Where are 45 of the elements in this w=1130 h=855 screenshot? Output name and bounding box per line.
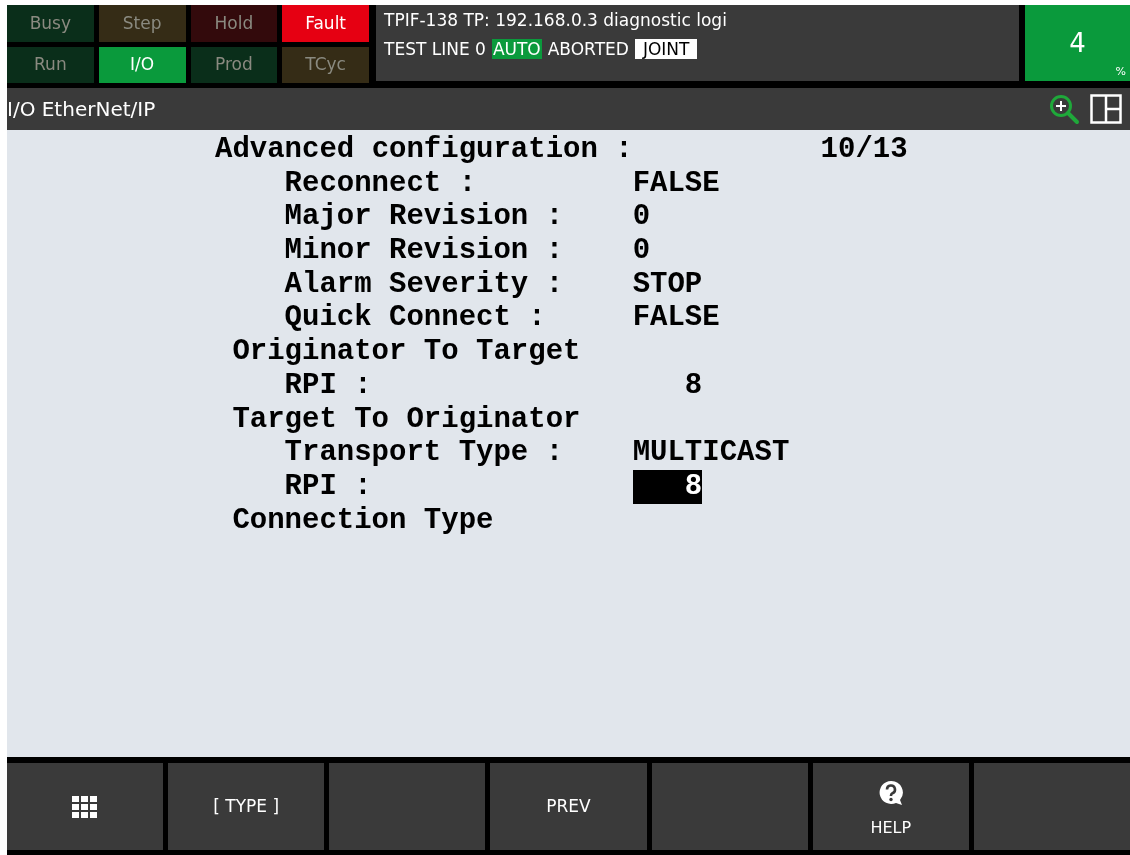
zoom-in-icon[interactable]: [1048, 93, 1082, 125]
status-text: TEST LINE 0: [384, 39, 486, 59]
field-label: Alarm Severity :: [284, 267, 564, 301]
help-button[interactable]: HELP: [812, 763, 969, 850]
field-value[interactable]: 0: [632, 234, 651, 268]
status-lamp: Busy: [7, 5, 94, 42]
page-counter: 10/13: [820, 133, 908, 167]
status-lamp: Run: [7, 46, 94, 83]
menu-button[interactable]: [7, 763, 164, 850]
override-value: 4: [1069, 26, 1086, 60]
field-value[interactable]: STOP: [632, 267, 703, 302]
status-lamp: Fault: [282, 5, 369, 42]
status-lamp: Hold: [190, 5, 278, 42]
section-heading: Advanced configuration :: [215, 133, 624, 167]
field-value[interactable]: 8: [632, 469, 703, 504]
field-label: RPI :: [284, 368, 372, 402]
status-lamp: Step: [98, 5, 186, 42]
group-label: Target To Originator: [232, 402, 581, 437]
coord-badge: JOINT: [634, 39, 698, 59]
field-value[interactable]: MULTICAST: [632, 436, 790, 470]
field-label: Reconnect :: [284, 166, 477, 200]
message-text: TPIF-138 TP: 192.168.0.3 diagnostic logi: [384, 9, 728, 32]
field-value[interactable]: 0: [632, 200, 651, 235]
field-label: RPI :: [284, 469, 372, 503]
field-value[interactable]: FALSE: [632, 166, 720, 201]
status-text: ABORTED: [547, 39, 629, 59]
mode-badge: AUTO: [491, 39, 542, 59]
status-lamp: Prod: [190, 46, 278, 83]
softkey-button[interactable]: PREV: [490, 763, 647, 850]
field-label: Transport Type :: [284, 436, 564, 470]
group-label: Originator To Target: [232, 335, 581, 369]
field-value[interactable]: FALSE: [632, 301, 720, 336]
group-label: Connection Type: [232, 503, 494, 538]
grid-icon: [72, 795, 99, 818]
status-lamp: TCyc: [282, 46, 369, 83]
percent-unit: %: [1115, 63, 1126, 80]
screen-title: I/O EtherNet/IP: [7, 96, 156, 123]
field-label: Minor Revision :: [284, 234, 564, 268]
status-lamp: I/O: [98, 46, 186, 83]
override-panel[interactable]: 4 %: [1025, 5, 1130, 81]
field-value[interactable]: 8: [632, 368, 703, 403]
field-label: Major Revision :: [284, 200, 564, 234]
split-layout-icon[interactable]: [1090, 94, 1122, 124]
field-label: Quick Connect :: [284, 301, 546, 335]
softkey-button[interactable]: [ TYPE ]: [168, 763, 325, 850]
